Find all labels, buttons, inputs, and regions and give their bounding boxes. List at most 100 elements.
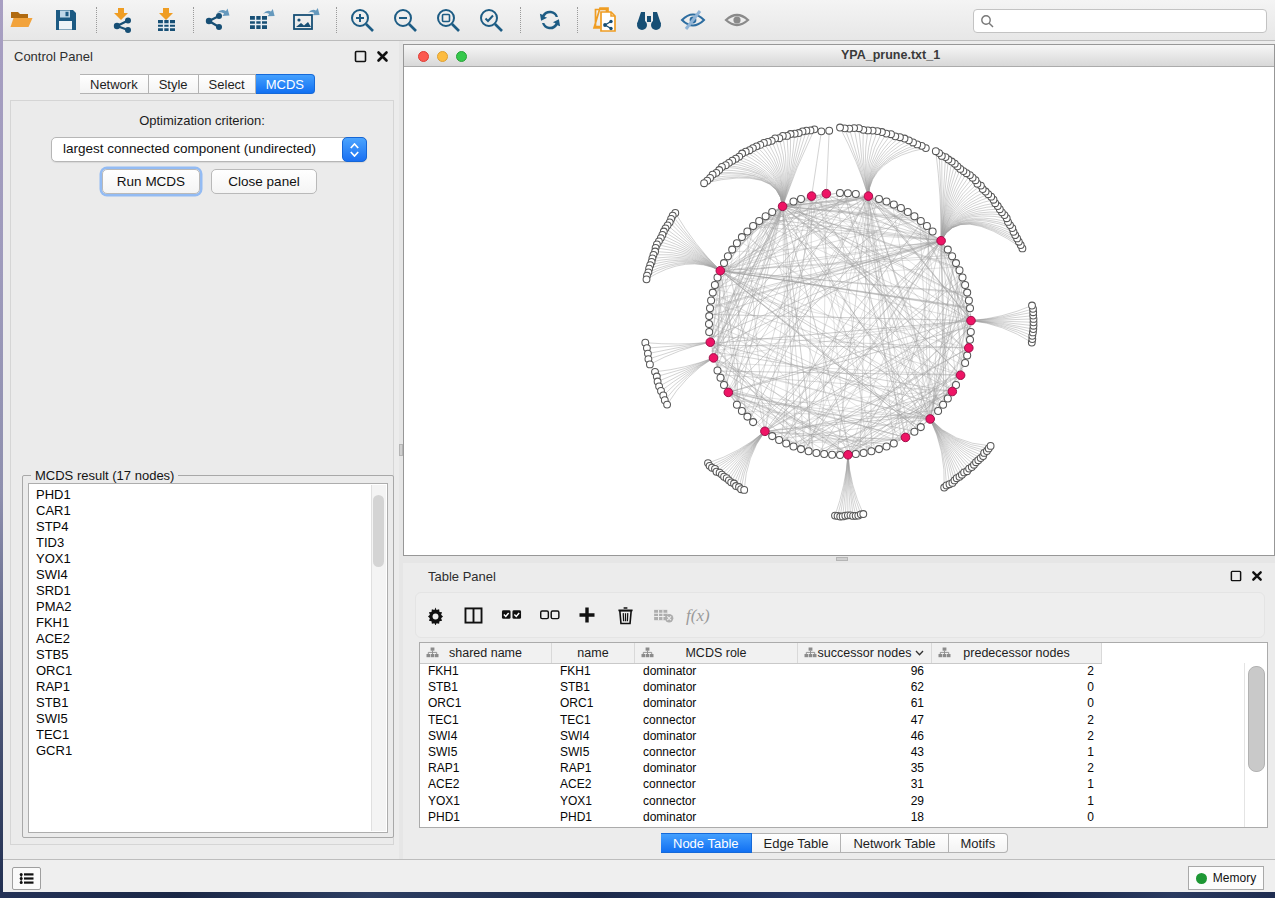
network-node[interactable]	[967, 336, 974, 343]
network-node[interactable]	[860, 449, 867, 456]
float-panel-icon[interactable]	[354, 50, 367, 63]
select-all-button[interactable]	[492, 597, 530, 633]
network-node[interactable]	[890, 201, 897, 208]
network-node[interactable]	[769, 208, 776, 215]
network-canvas[interactable]	[404, 66, 1274, 556]
table-row[interactable]: SWI5 SWI5 connector 43 1	[420, 744, 1267, 760]
table-row[interactable]: FKH1 FKH1 dominator 96 2	[420, 663, 1267, 679]
network-node[interactable]	[708, 297, 715, 304]
network-node[interactable]	[756, 217, 763, 224]
minimize-window-traffic-light[interactable]	[437, 51, 448, 62]
close-panel-icon[interactable]	[376, 50, 389, 63]
network-node[interactable]	[733, 240, 740, 247]
network-node[interactable]	[964, 352, 971, 359]
close-panel-button[interactable]: Close panel	[211, 169, 317, 194]
criterion-dropdown[interactable]: largest connected component (undirected)	[51, 137, 367, 162]
network-node[interactable]	[944, 395, 951, 402]
network-node[interactable]	[967, 305, 974, 312]
network-node[interactable]	[733, 401, 740, 408]
table-scroll-thumb[interactable]	[1248, 666, 1265, 772]
mcds-result-item[interactable]: RAP1	[36, 679, 387, 695]
network-node[interactable]	[717, 374, 724, 381]
result-list-scrollbar[interactable]	[371, 485, 386, 831]
mcds-result-item[interactable]: FKH1	[36, 615, 387, 631]
table-row[interactable]: ORC1 ORC1 dominator 61 0	[420, 695, 1267, 711]
mcds-result-item[interactable]: SRD1	[36, 583, 387, 599]
network-node[interactable]	[741, 487, 748, 494]
network-node[interactable]	[917, 217, 924, 224]
horizontal-splitter-handle[interactable]	[836, 557, 848, 561]
network-hub-node[interactable]	[761, 427, 770, 436]
import-table-button[interactable]	[149, 4, 183, 36]
table-row[interactable]: TEC1 TEC1 connector 47 2	[420, 712, 1267, 728]
network-node[interactable]	[965, 297, 972, 304]
first-neighbors-button[interactable]	[632, 4, 666, 36]
network-node[interactable]	[962, 282, 969, 289]
network-node[interactable]	[821, 451, 828, 458]
network-node[interactable]	[852, 191, 859, 198]
network-node[interactable]	[706, 313, 713, 320]
new-network-from-selection-button[interactable]	[588, 4, 622, 36]
mcds-result-item[interactable]: CAR1	[36, 503, 387, 519]
delete-column-button[interactable]	[606, 597, 644, 633]
network-node[interactable]	[860, 511, 867, 518]
float-panel-icon[interactable]	[1230, 570, 1242, 582]
network-node[interactable]	[744, 413, 751, 420]
mcds-result-item[interactable]: SWI4	[36, 567, 387, 583]
network-node[interactable]	[709, 289, 716, 296]
show-all-button[interactable]	[720, 4, 754, 36]
network-node[interactable]	[738, 234, 745, 241]
network-node[interactable]	[790, 443, 797, 450]
table-row[interactable]: YOX1 YOX1 connector 29 1	[420, 793, 1267, 809]
network-node[interactable]	[762, 213, 769, 220]
network-node[interactable]	[944, 246, 951, 253]
network-node[interactable]	[929, 228, 936, 235]
mcds-result-item[interactable]: STP4	[36, 519, 387, 535]
network-node[interactable]	[750, 222, 757, 229]
table-row[interactable]: SWI4 SWI4 dominator 46 2	[420, 728, 1267, 744]
mcds-result-item[interactable]: PMA2	[36, 599, 387, 615]
network-node[interactable]	[706, 321, 713, 328]
network-node[interactable]	[829, 451, 836, 458]
network-hub-node[interactable]	[965, 344, 974, 353]
network-node[interactable]	[964, 289, 971, 296]
network-node[interactable]	[744, 228, 751, 235]
network-node[interactable]	[904, 208, 911, 215]
network-node[interactable]	[707, 305, 714, 312]
network-hub-node[interactable]	[926, 415, 935, 424]
table-panel-tab[interactable]: Edge Table	[752, 833, 842, 853]
hide-selection-button[interactable]	[676, 4, 710, 36]
horizontal-splitter[interactable]	[403, 556, 1275, 563]
save-session-button[interactable]	[49, 4, 83, 36]
network-hub-node[interactable]	[778, 202, 787, 211]
task-history-button[interactable]	[12, 867, 41, 890]
network-node[interactable]	[738, 407, 745, 414]
network-node[interactable]	[911, 428, 918, 435]
export-network-button[interactable]	[201, 4, 235, 36]
mcds-result-item[interactable]: GCR1	[36, 743, 387, 759]
network-node[interactable]	[935, 407, 942, 414]
network-hub-node[interactable]	[706, 338, 715, 347]
apply-layout-button[interactable]	[533, 4, 567, 36]
network-node[interactable]	[911, 213, 918, 220]
close-panel-icon[interactable]	[1251, 570, 1263, 582]
network-node[interactable]	[837, 124, 844, 131]
network-hub-node[interactable]	[709, 354, 718, 363]
mcds-result-item[interactable]: YOX1	[36, 551, 387, 567]
network-node[interactable]	[868, 448, 875, 455]
network-node[interactable]	[721, 381, 728, 388]
network-hub-node[interactable]	[864, 192, 873, 201]
table-column-header[interactable]: shared name	[420, 643, 552, 663]
network-node[interactable]	[883, 443, 890, 450]
zoom-in-button[interactable]	[345, 4, 379, 36]
table-row[interactable]: ACE2 ACE2 connector 31 1	[420, 776, 1267, 792]
network-node[interactable]	[987, 443, 994, 450]
network-node[interactable]	[647, 361, 654, 368]
open-session-button[interactable]	[5, 4, 39, 36]
network-node[interactable]	[852, 451, 859, 458]
mcds-result-item[interactable]: ACE2	[36, 631, 387, 647]
network-node[interactable]	[711, 282, 718, 289]
network-node[interactable]	[798, 446, 805, 453]
network-node[interactable]	[826, 127, 833, 134]
network-hub-node[interactable]	[901, 433, 910, 442]
